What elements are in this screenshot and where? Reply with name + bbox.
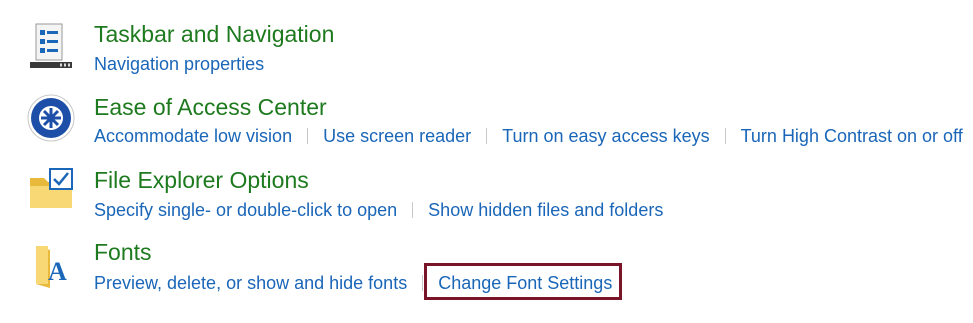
section-taskbar-navigation: Taskbar and Navigation Navigation proper… <box>0 14 973 87</box>
fonts-folder-icon: A <box>26 240 76 290</box>
link-accommodate-low-vision[interactable]: Accommodate low vision <box>94 125 292 147</box>
folder-checkbox-icon <box>26 166 76 216</box>
section-title[interactable]: Taskbar and Navigation <box>94 20 334 48</box>
section-title[interactable]: File Explorer Options <box>94 166 309 194</box>
section-links: Specify single- or double-click to open … <box>94 199 663 221</box>
link-show-hidden-files[interactable]: Show hidden files and folders <box>428 199 663 221</box>
taskbar-icon <box>26 22 76 72</box>
link-easy-access-keys[interactable]: Turn on easy access keys <box>502 125 709 147</box>
section-title[interactable]: Fonts <box>94 238 152 266</box>
ease-of-access-icon <box>26 93 76 143</box>
section-ease-of-access: Ease of Access Center Accommodate low vi… <box>0 87 973 160</box>
section-links: Accommodate low vision Use screen reader… <box>94 125 963 147</box>
link-preview-fonts[interactable]: Preview, delete, or show and hide fonts <box>94 272 407 294</box>
section-title[interactable]: Ease of Access Center <box>94 93 327 121</box>
section-file-explorer-options: File Explorer Options Specify single- or… <box>0 160 973 233</box>
svg-text:A: A <box>48 257 67 286</box>
highlight-box <box>424 263 622 300</box>
link-high-contrast[interactable]: Turn High Contrast on or off <box>741 125 963 147</box>
link-use-screen-reader[interactable]: Use screen reader <box>323 125 471 147</box>
section-links: Navigation properties <box>94 53 264 75</box>
link-single-double-click[interactable]: Specify single- or double-click to open <box>94 199 397 221</box>
link-separator <box>307 128 309 144</box>
link-navigation-properties[interactable]: Navigation properties <box>94 53 264 75</box>
link-separator <box>412 202 414 218</box>
link-separator <box>724 128 726 144</box>
link-separator <box>486 128 488 144</box>
